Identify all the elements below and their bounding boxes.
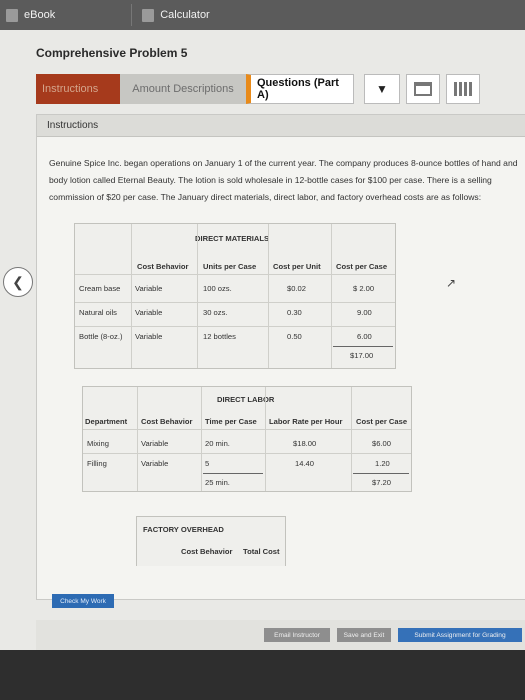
instructions-header: Instructions — [37, 115, 525, 137]
fo-header-total: Total Cost — [243, 547, 280, 556]
tab-bar: Instructions Amount Descriptions Questio… — [36, 74, 480, 104]
dl-row-dept: Mixing — [87, 439, 109, 448]
factory-overhead-table: FACTORY OVERHEAD Cost Behavior Total Cos… — [136, 516, 286, 566]
dm-header-case-cost: Cost per Case — [336, 262, 388, 271]
dl-divider — [137, 387, 138, 491]
toolbar-divider — [131, 4, 133, 26]
dm-row-units: 12 bottles — [203, 332, 236, 341]
dm-row-unit-cost: 0.30 — [287, 308, 302, 317]
dl-row-cost: 1.20 — [375, 459, 390, 468]
dl-time-underline — [203, 473, 263, 474]
tab-questions-part-a[interactable]: Questions (Part A) — [246, 74, 354, 104]
dm-row-unit-cost: $0.02 — [287, 284, 307, 293]
dl-header-cost: Cost per Case — [356, 417, 408, 426]
dl-row-time: 20 min. — [205, 439, 230, 448]
dl-divider — [201, 387, 202, 491]
dm-row-behavior: Variable — [135, 284, 163, 293]
assignment-page: Comprehensive Problem 5 Instructions Amo… — [0, 30, 525, 650]
dm-divider — [75, 274, 395, 275]
dl-header-time: Time per Case — [205, 417, 257, 426]
dm-row-unit-cost: 0.50 — [287, 332, 302, 341]
dl-header-department: Department — [85, 417, 128, 426]
book-icon — [6, 8, 18, 22]
dm-row-units: 100 ozs. — [203, 284, 232, 293]
dm-row-name: Bottle (8-oz.) — [79, 332, 123, 341]
save-and-exit-button[interactable]: Save and Exit — [337, 628, 391, 642]
dm-row-case-cost: $ 2.00 — [353, 284, 375, 293]
dl-row-time: 5 — [205, 459, 210, 468]
ebook-label: eBook — [24, 9, 56, 21]
dl-header-behavior: Cost Behavior — [141, 417, 193, 426]
top-toolbar: eBook Calculator — [0, 0, 525, 30]
dm-divider — [268, 224, 269, 368]
dl-divider — [83, 453, 411, 454]
mouse-cursor-icon: ↗ — [446, 276, 457, 290]
dm-row-behavior: Variable — [135, 308, 163, 317]
tab-instructions[interactable]: Instructions — [36, 74, 120, 104]
grid-icon — [454, 82, 472, 96]
dm-divider — [131, 224, 132, 368]
check-my-work-button[interactable]: Check My Work — [52, 594, 114, 608]
dm-total: $17.00 — [350, 351, 374, 360]
ebook-button[interactable]: eBook — [0, 0, 61, 30]
dm-row-units: 30 ozs. — [203, 308, 228, 317]
dl-cost-underline — [353, 473, 409, 474]
page-title: Comprehensive Problem 5 — [36, 46, 188, 60]
dl-divider — [83, 429, 411, 430]
calculator-label: Calculator — [160, 9, 210, 21]
chevron-left-icon[interactable]: ❮ — [3, 267, 33, 297]
dm-header-behavior: Cost Behavior — [137, 262, 189, 271]
tab-amount-descriptions[interactable]: Amount Descriptions — [120, 74, 246, 104]
table-view-button[interactable] — [446, 74, 480, 104]
dl-total-time: 25 min. — [205, 478, 230, 487]
dl-header-rate: Labor Rate per Hour — [269, 417, 343, 426]
dm-divider — [75, 326, 395, 327]
dl-total-cost: $7.20 — [372, 478, 392, 487]
dm-row-behavior: Variable — [135, 332, 163, 341]
dm-divider — [197, 224, 198, 368]
direct-materials-table: DIRECT MATERIALS Cost Behavior Units per… — [74, 223, 396, 369]
fo-title: FACTORY OVERHEAD — [143, 525, 224, 534]
dm-divider — [75, 302, 395, 303]
chevron-down-icon[interactable]: ▼ — [364, 74, 400, 104]
window-icon — [414, 82, 432, 96]
dm-row-case-cost: 9.00 — [357, 308, 372, 317]
email-instructor-button[interactable]: Email Instructor — [264, 628, 330, 642]
dl-row-cost: $6.00 — [372, 439, 392, 448]
submit-assignment-button[interactable]: Submit Assignment for Grading — [398, 628, 522, 642]
dm-divider — [331, 224, 332, 368]
print-view-button[interactable] — [406, 74, 440, 104]
dl-divider — [265, 387, 266, 491]
dl-row-behavior: Variable — [141, 439, 169, 448]
dl-row-behavior: Variable — [141, 459, 169, 468]
dl-row-rate: 14.40 — [295, 459, 315, 468]
direct-labor-table: DIRECT LABOR Department Cost Behavior Ti… — [82, 386, 412, 492]
dm-row-case-cost: 6.00 — [357, 332, 372, 341]
calculator-icon — [142, 8, 155, 22]
dm-total-underline — [333, 346, 393, 347]
calculator-button[interactable]: Calculator — [136, 0, 216, 30]
dm-header-unit-cost: Cost per Unit — [273, 262, 321, 271]
dm-row-name: Natural oils — [79, 308, 117, 317]
dl-row-rate: $18.00 — [293, 439, 317, 448]
dm-header-units: Units per Case — [203, 262, 257, 271]
problem-description: Genuine Spice Inc. began operations on J… — [49, 158, 518, 202]
monitor-bezel — [0, 650, 525, 700]
dm-title: DIRECT MATERIALS — [195, 234, 270, 243]
dm-row-name: Cream base — [79, 284, 121, 293]
fo-header-behavior: Cost Behavior — [181, 547, 233, 556]
dl-row-dept: Filling — [87, 459, 107, 468]
dl-divider — [351, 387, 352, 491]
